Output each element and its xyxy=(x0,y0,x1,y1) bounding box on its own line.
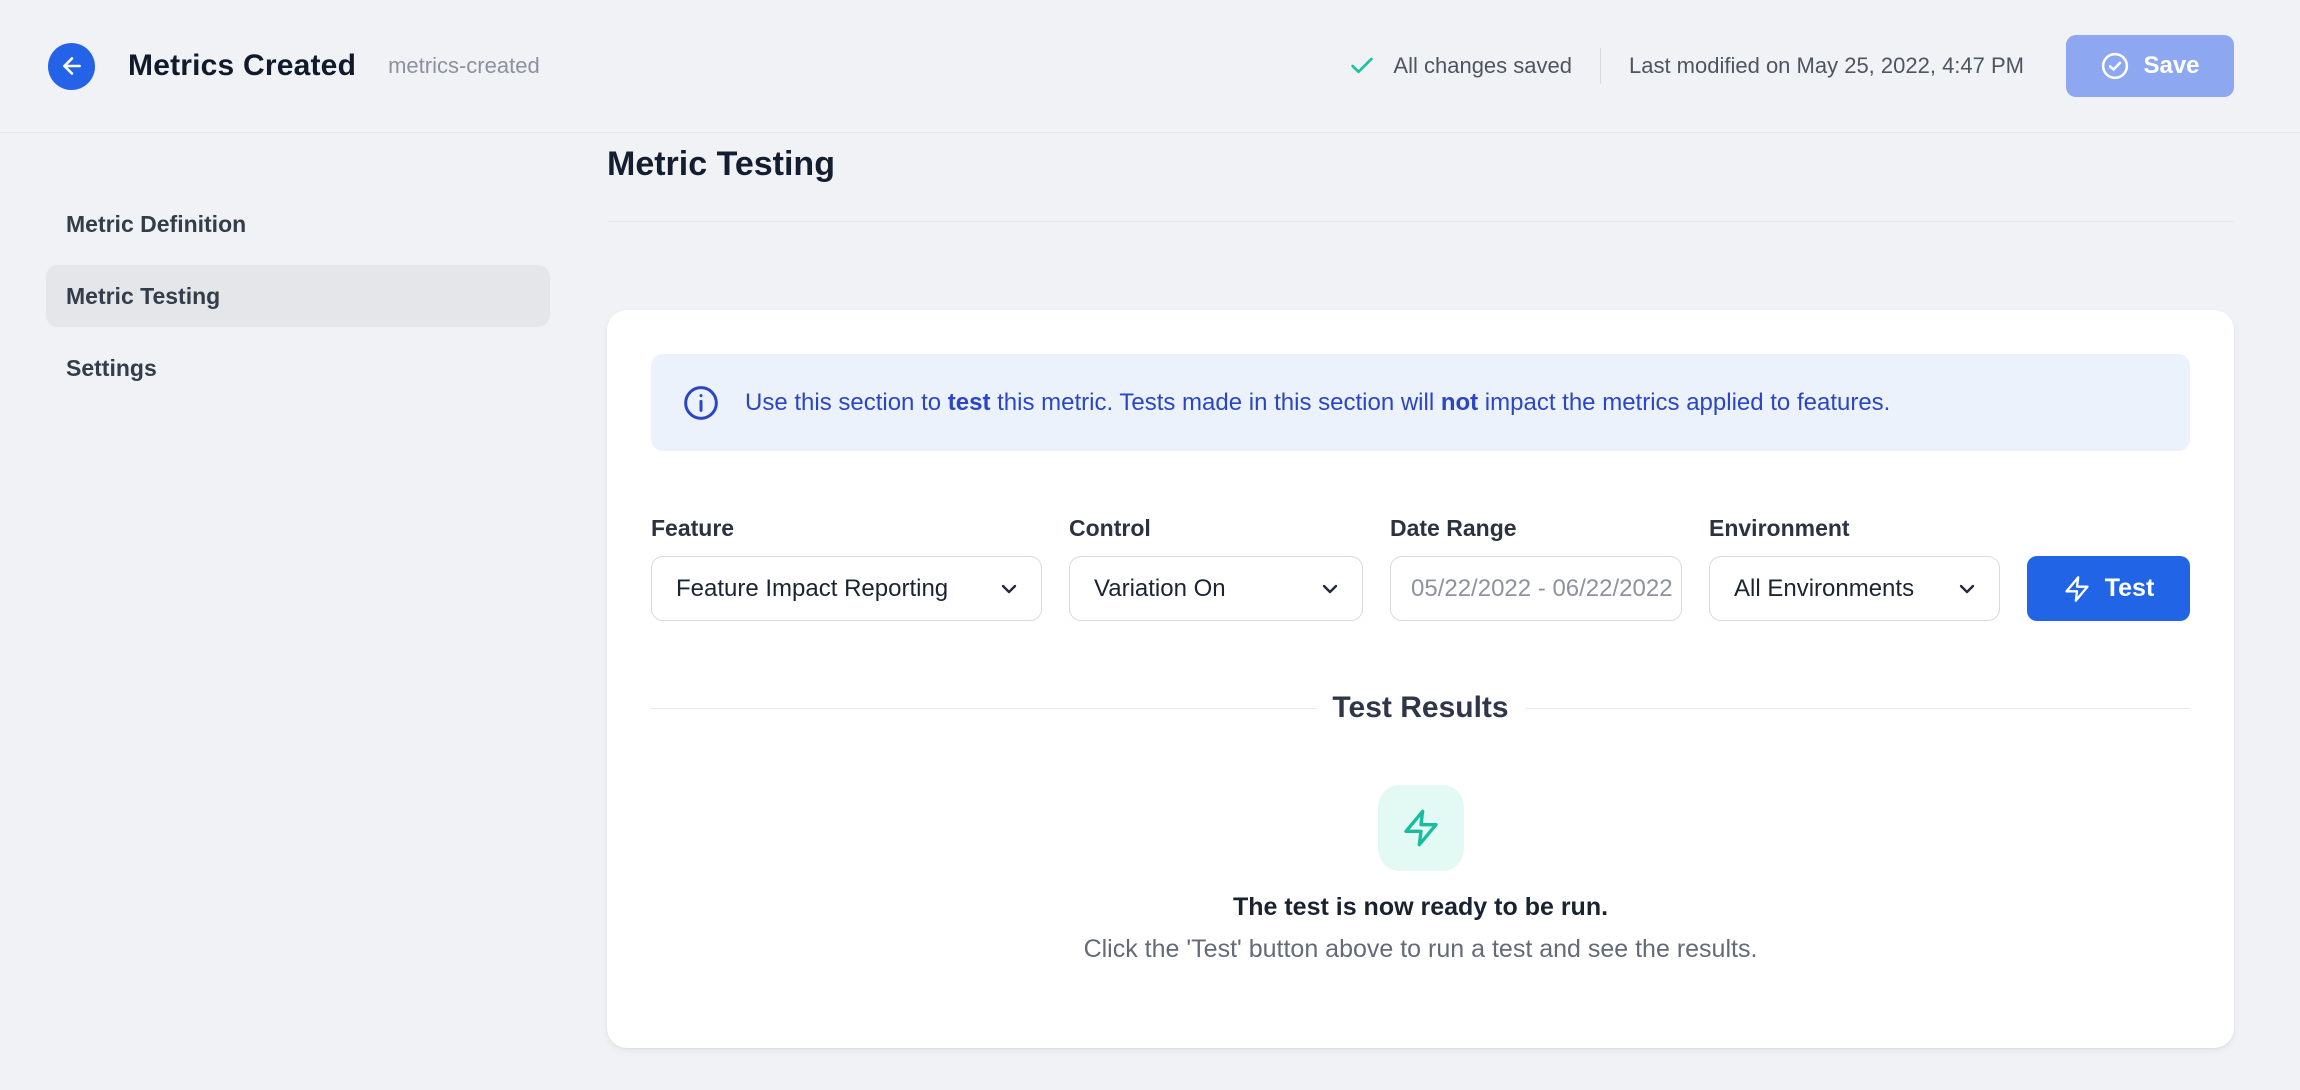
control-field: Control Variation On xyxy=(1069,515,1363,621)
app: Metrics Created metrics-created All chan… xyxy=(0,0,2300,1090)
test-button-label: Test xyxy=(2105,574,2155,603)
banner-text-bold: test xyxy=(948,389,991,416)
header-right: All changes saved Last modified on May 2… xyxy=(1348,35,2234,97)
bolt-icon xyxy=(2063,575,2091,603)
sidebar-item-metric-definition[interactable]: Metric Definition xyxy=(46,193,550,255)
chevron-down-icon xyxy=(1955,577,1979,601)
metric-testing-card: Use this section to test this metric. Te… xyxy=(607,310,2234,1048)
empty-state-subtitle: Click the 'Test' button above to run a t… xyxy=(1084,935,1758,964)
sidebar-item-settings[interactable]: Settings xyxy=(46,337,550,399)
feature-label: Feature xyxy=(651,515,1042,542)
divider-line xyxy=(651,708,1316,709)
test-button[interactable]: Test xyxy=(2027,556,2190,621)
test-config-row: Feature Feature Impact Reporting Control xyxy=(651,515,2190,621)
empty-state-title: The test is now ready to be run. xyxy=(1233,893,1608,922)
saved-status: All changes saved xyxy=(1393,53,1572,79)
save-button[interactable]: Save xyxy=(2066,35,2234,97)
date-range-input[interactable] xyxy=(1390,556,1682,621)
feature-field: Feature Feature Impact Reporting xyxy=(651,515,1042,621)
feature-select[interactable]: Feature Impact Reporting xyxy=(651,556,1042,621)
sidebar-item-label: Metric Testing xyxy=(66,283,220,310)
banner-text-bold: not xyxy=(1441,389,1478,416)
arrow-left-icon xyxy=(59,53,85,79)
header: Metrics Created metrics-created All chan… xyxy=(0,0,2300,133)
sidebar-item-label: Metric Definition xyxy=(66,211,246,238)
info-icon xyxy=(681,383,721,423)
banner-text-part: Use this section to xyxy=(745,389,948,416)
environment-field: Environment All Environments xyxy=(1709,515,2000,621)
test-results-empty-state: The test is now ready to be run. Click t… xyxy=(651,785,2190,964)
chevron-down-icon xyxy=(1318,577,1342,601)
environment-select-value: All Environments xyxy=(1734,575,1914,603)
last-modified: Last modified on May 25, 2022, 4:47 PM xyxy=(1629,53,2024,79)
sidebar-item-label: Settings xyxy=(66,355,157,382)
banner-text-part: impact the metrics applied to features. xyxy=(1478,389,1890,416)
info-banner-text: Use this section to test this metric. Te… xyxy=(745,389,1890,417)
chevron-down-icon xyxy=(997,577,1021,601)
date-range-label: Date Range xyxy=(1390,515,1682,542)
check-icon xyxy=(1348,52,1376,80)
heading-divider xyxy=(607,221,2234,222)
date-range-field: Date Range xyxy=(1390,515,1682,621)
header-divider xyxy=(1600,48,1601,84)
check-circle-icon xyxy=(2100,51,2130,81)
feature-select-value: Feature Impact Reporting xyxy=(676,575,948,603)
section-heading: Metric Testing xyxy=(607,133,2234,185)
metric-key: metrics-created xyxy=(388,53,540,79)
main-content: Metric Testing Use this section to test … xyxy=(607,133,2234,1048)
page-title: Metrics Created xyxy=(128,49,356,83)
control-select-value: Variation On xyxy=(1094,575,1226,603)
bolt-icon xyxy=(1401,808,1441,848)
bolt-badge xyxy=(1378,785,1464,871)
save-button-label: Save xyxy=(2143,52,2199,80)
back-button[interactable] xyxy=(48,43,95,90)
sidebar-item-metric-testing[interactable]: Metric Testing xyxy=(46,265,550,327)
control-label: Control xyxy=(1069,515,1363,542)
test-results-title: Test Results xyxy=(1332,691,1508,725)
divider-line xyxy=(1525,708,2190,709)
banner-text-part: this metric. Tests made in this section … xyxy=(990,389,1440,416)
environment-label: Environment xyxy=(1709,515,2000,542)
control-select[interactable]: Variation On xyxy=(1069,556,1363,621)
info-banner: Use this section to test this metric. Te… xyxy=(651,354,2190,451)
test-results-divider: Test Results xyxy=(651,691,2190,725)
environment-select[interactable]: All Environments xyxy=(1709,556,2000,621)
sidebar: Metric Definition Metric Testing Setting… xyxy=(0,133,580,409)
